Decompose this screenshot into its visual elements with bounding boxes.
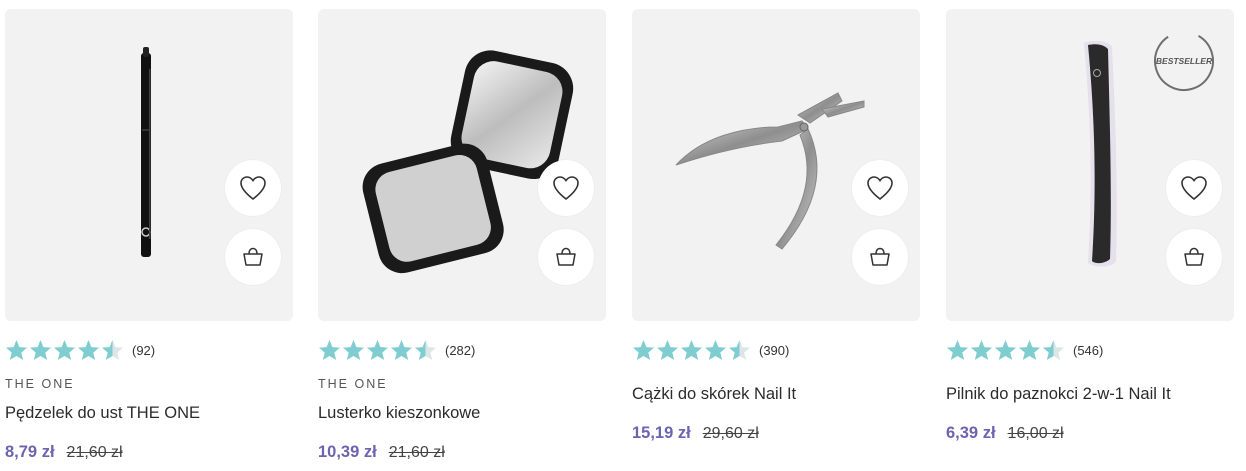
old-price: 29,60 zł (702, 425, 759, 442)
rating-stars (632, 339, 751, 361)
shopping-bag-icon (1184, 247, 1204, 266)
heart-icon (240, 176, 266, 201)
product-card[interactable]: BESTSELLER (546) Pilnik do paznokci 2-w-… (946, 9, 1234, 442)
rating-stars (318, 339, 437, 361)
product-image-area[interactable] (5, 9, 293, 321)
product-name[interactable]: Cążki do skórek Nail It (632, 385, 796, 404)
old-price: 21,60 zł (388, 444, 445, 461)
star-icon (946, 339, 969, 361)
bestseller-label: BESTSELLER (1156, 56, 1213, 66)
product-card[interactable]: (92) THE ONE Pędzelek do ust THE ONE 8,7… (5, 9, 293, 461)
product-image-area[interactable]: BESTSELLER (946, 9, 1234, 321)
add-to-cart-button[interactable] (225, 229, 281, 285)
add-to-wishlist-button[interactable] (852, 160, 908, 216)
heart-icon (867, 176, 893, 201)
product-rating: (390) (632, 339, 789, 361)
star-icon (77, 339, 100, 361)
star-icon (1018, 339, 1041, 361)
product-card[interactable]: (390) Cążki do skórek Nail It 15,19 zł 2… (632, 9, 920, 442)
star-icon (994, 339, 1017, 361)
star-icon (318, 339, 341, 361)
half-star-icon (1042, 339, 1065, 361)
current-price: 8,79 zł (5, 443, 55, 461)
rating-count: (546) (1073, 342, 1104, 358)
product-name[interactable]: Lusterko kieszonkowe (318, 404, 480, 423)
bestseller-badge: BESTSELLER (1154, 31, 1214, 91)
star-icon (656, 339, 679, 361)
shopping-bag-icon (870, 247, 890, 266)
product-rating: (282) (318, 339, 475, 361)
current-price: 15,19 zł (632, 424, 691, 442)
rating-count: (282) (445, 342, 476, 358)
add-to-wishlist-button[interactable] (225, 160, 281, 216)
star-icon (970, 339, 993, 361)
product-name[interactable]: Pędzelek do ust THE ONE (5, 404, 200, 423)
heart-icon (553, 176, 579, 201)
star-icon (632, 339, 655, 361)
heart-icon (1181, 176, 1207, 201)
add-to-wishlist-button[interactable] (1166, 160, 1222, 216)
rating-stars (5, 339, 124, 361)
price-row: 15,19 zł 29,60 zł (632, 424, 759, 443)
product-card[interactable]: (282) THE ONE Lusterko kieszonkowe 10,39… (318, 9, 606, 461)
old-price: 16,00 zł (1007, 425, 1064, 442)
product-name[interactable]: Pilnik do paznokci 2-w-1 Nail It (946, 385, 1171, 404)
half-star-icon (101, 339, 124, 361)
shopping-bag-icon (243, 247, 263, 266)
star-icon (29, 339, 52, 361)
price-row: 6,39 zł 16,00 zł (946, 424, 1064, 443)
price-row: 10,39 zł 21,60 zł (318, 443, 445, 462)
star-icon (53, 339, 76, 361)
half-star-icon (414, 339, 437, 361)
rating-count: (390) (759, 342, 790, 358)
add-to-cart-button[interactable] (538, 229, 594, 285)
add-to-cart-button[interactable] (1166, 229, 1222, 285)
price-row: 8,79 zł 21,60 zł (5, 443, 123, 462)
star-icon (680, 339, 703, 361)
current-price: 6,39 zł (946, 424, 996, 442)
current-price: 10,39 zł (318, 443, 377, 461)
star-icon (342, 339, 365, 361)
star-icon (366, 339, 389, 361)
star-icon (704, 339, 727, 361)
half-star-icon (728, 339, 751, 361)
rating-count: (92) (132, 342, 156, 358)
product-rating: (546) (946, 339, 1103, 361)
product-image-area[interactable] (632, 9, 920, 321)
product-brand: THE ONE (318, 377, 388, 391)
star-icon (5, 339, 28, 361)
shopping-bag-icon (556, 247, 576, 266)
product-brand: THE ONE (5, 377, 75, 391)
add-to-cart-button[interactable] (852, 229, 908, 285)
rating-stars (946, 339, 1065, 361)
star-icon (390, 339, 413, 361)
old-price: 21,60 zł (66, 444, 123, 461)
product-rating: (92) (5, 339, 155, 361)
add-to-wishlist-button[interactable] (538, 160, 594, 216)
product-image-area[interactable] (318, 9, 606, 321)
